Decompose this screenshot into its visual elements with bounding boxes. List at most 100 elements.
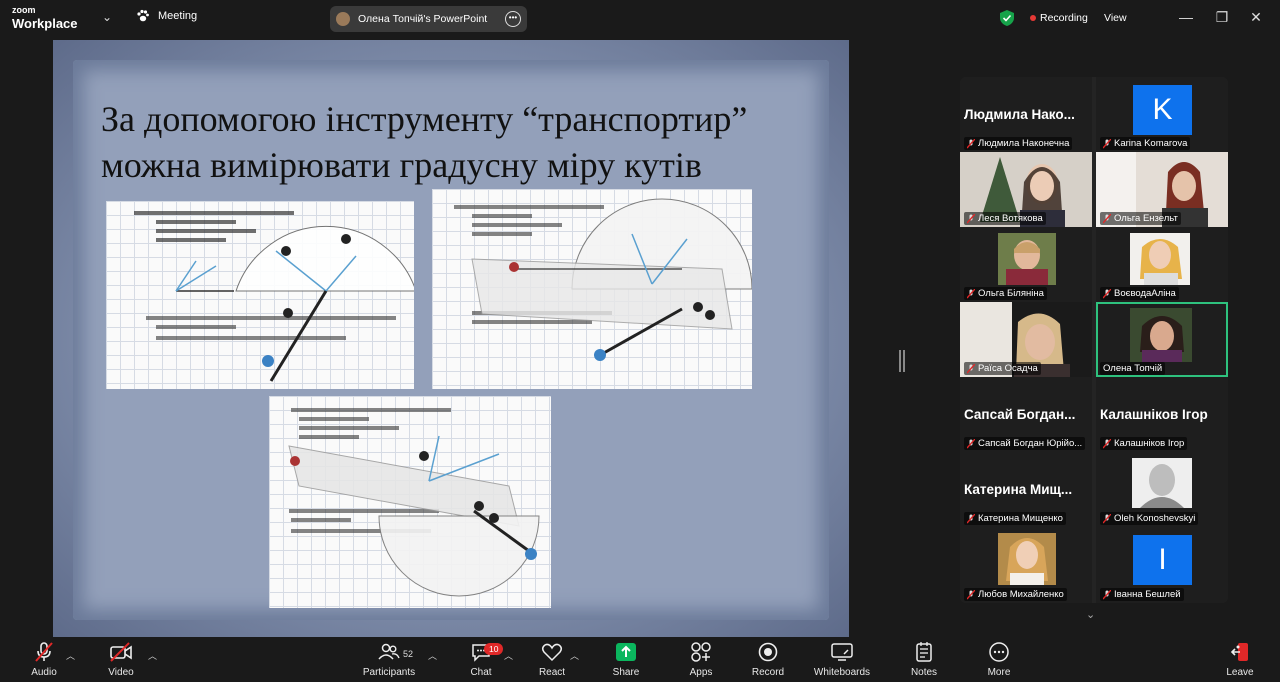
- participant-tile[interactable]: Леся Вотякова: [960, 152, 1092, 227]
- participant-name: Любов Михайленко: [964, 588, 1067, 601]
- apps-label: Apps: [689, 667, 713, 678]
- leave-icon: [1230, 643, 1248, 661]
- ruler-protractor-illustration: [288, 408, 540, 597]
- apps-button[interactable]: Apps: [681, 641, 721, 678]
- more-icon: [989, 642, 1009, 662]
- participant-tile-active-speaker[interactable]: Олена Топчій: [1096, 302, 1228, 377]
- audio-button[interactable]: Audio: [24, 641, 64, 678]
- muted-mic-icon: [967, 288, 975, 298]
- participant-tile[interactable]: Сапсай Богдан... Сапсай Богдан Юрійо...: [960, 377, 1092, 452]
- participant-tile[interactable]: Любов Михайленко: [960, 527, 1092, 603]
- participant-name: Ольга Ензельт: [1100, 212, 1181, 225]
- shared-screen: За допомогою інструменту “транспортир” м…: [53, 40, 849, 637]
- participant-tile[interactable]: Ольга Ензельт: [1096, 152, 1228, 227]
- audio-options-chevron-icon[interactable]: ︿: [66, 649, 75, 662]
- muted-mic-icon: [35, 642, 53, 662]
- leave-label: Leave: [1226, 667, 1254, 678]
- participants-count: 52: [403, 649, 414, 659]
- more-options-icon[interactable]: •••: [505, 11, 521, 27]
- participant-tile[interactable]: ВоєводаАліна: [1096, 227, 1228, 302]
- participant-display-name: Калашніков Ігор: [1100, 407, 1208, 422]
- video-button[interactable]: Video: [100, 641, 142, 678]
- react-label: React: [538, 667, 566, 678]
- participants-icon: [378, 643, 400, 660]
- video-options-chevron-icon[interactable]: ︿: [148, 649, 157, 662]
- whiteboards-label: Whiteboards: [813, 667, 871, 678]
- muted-mic-icon: [967, 138, 975, 148]
- heart-icon: [541, 643, 563, 662]
- textbook-image-3: [269, 396, 551, 608]
- meeting-label: Meeting: [158, 10, 198, 22]
- gallery-scroll-down-icon[interactable]: ⌄: [1086, 608, 1095, 621]
- participant-name: Раїса Осадча: [964, 362, 1041, 375]
- share-button[interactable]: Share: [606, 641, 646, 678]
- participant-tile[interactable]: Людмила Нако... Людмила Наконечна: [960, 77, 1092, 152]
- leave-button[interactable]: Leave: [1220, 641, 1260, 678]
- record-button[interactable]: Record: [747, 641, 789, 678]
- participant-tile[interactable]: Ольга Біляніна: [960, 227, 1092, 302]
- record-icon: [758, 642, 778, 662]
- slide-title-line-2: можна вимірювати градусну міру кутів: [101, 145, 702, 185]
- chat-options-chevron-icon[interactable]: ︿: [504, 649, 513, 662]
- close-icon[interactable]: ✕: [1246, 9, 1266, 26]
- muted-mic-icon: [967, 213, 975, 223]
- video-label: Video: [108, 667, 134, 678]
- meeting-menu-button[interactable]: Meeting: [136, 9, 197, 23]
- recording-indicator[interactable]: Recording: [1030, 12, 1088, 24]
- logo-bottom-text: Workplace: [12, 16, 78, 31]
- paw-icon: [137, 9, 149, 22]
- muted-mic-icon: [1103, 213, 1111, 223]
- react-button[interactable]: React: [532, 641, 572, 678]
- muted-mic-icon: [1103, 589, 1111, 599]
- share-indicator[interactable]: Олена Топчій's PowerPoint •••: [330, 6, 527, 32]
- react-options-chevron-icon[interactable]: ︿: [570, 649, 579, 662]
- minimize-icon[interactable]: —: [1176, 9, 1196, 25]
- participants-options-chevron-icon[interactable]: ︿: [428, 649, 437, 662]
- textbook-image-1: [106, 201, 414, 389]
- participant-name: Олена Топчій: [1100, 362, 1166, 375]
- muted-mic-icon: [1103, 513, 1111, 523]
- top-bar: zoom Workplace ⌄ Meeting Олена Топчій's …: [0, 0, 1280, 38]
- apps-icon: [691, 642, 711, 662]
- notes-button[interactable]: Notes: [904, 641, 944, 678]
- share-screen-icon: [616, 643, 636, 661]
- participant-name: Ольга Біляніна: [964, 287, 1047, 300]
- muted-mic-icon: [967, 438, 975, 448]
- logo-top-text: zoom: [12, 5, 36, 15]
- more-label: More: [987, 667, 1011, 678]
- participant-tile[interactable]: Катерина Мищ... Катерина Мищенко: [960, 452, 1092, 527]
- participant-tile[interactable]: K Karina Komarova: [1096, 77, 1228, 152]
- participants-button[interactable]: Participants: [358, 641, 420, 678]
- participant-tile[interactable]: Раїса Осадча: [960, 302, 1092, 377]
- panel-resize-handle[interactable]: [899, 350, 905, 372]
- participant-tile[interactable]: Oleh Konoshevskyi: [1096, 452, 1228, 527]
- participant-tile[interactable]: Калашніков Ігор Калашніков Ігор: [1096, 377, 1228, 452]
- audio-label: Audio: [31, 667, 57, 678]
- restore-icon[interactable]: ❐: [1212, 9, 1232, 26]
- slide-title-line-1: За допомогою інструменту “транспортир”: [101, 99, 748, 139]
- muted-mic-icon: [1103, 288, 1111, 298]
- notes-icon: [916, 642, 932, 662]
- participant-tile[interactable]: І Іванна Бешлей: [1096, 527, 1228, 603]
- muted-mic-icon: [1103, 138, 1111, 148]
- view-menu-button[interactable]: View: [1104, 12, 1127, 24]
- more-button[interactable]: More: [980, 641, 1018, 678]
- participant-name: Катерина Мищенко: [964, 512, 1066, 525]
- whiteboard-icon: [831, 643, 853, 661]
- participant-name: Леся Вотякова: [964, 212, 1046, 225]
- recording-label: Recording: [1040, 12, 1088, 24]
- participant-name: Калашніков Ігор: [1100, 437, 1188, 450]
- chevron-down-icon[interactable]: ⌄: [102, 10, 112, 24]
- avatar-initial: І: [1133, 535, 1192, 585]
- participant-display-name: Сапсай Богдан...: [964, 407, 1076, 422]
- security-shield-icon[interactable]: [1000, 10, 1014, 26]
- participant-display-name: Людмила Нако...: [964, 107, 1075, 122]
- chat-unread-badge: 10: [484, 643, 504, 655]
- avatar-initial: K: [1133, 85, 1192, 135]
- participant-name: Іванна Бешлей: [1100, 588, 1184, 601]
- whiteboards-button[interactable]: Whiteboards: [810, 641, 874, 678]
- zoom-logo: zoom Workplace: [12, 5, 78, 31]
- muted-mic-icon: [1103, 438, 1111, 448]
- chat-label: Chat: [470, 667, 492, 678]
- share-title: Олена Топчій's PowerPoint: [358, 13, 488, 25]
